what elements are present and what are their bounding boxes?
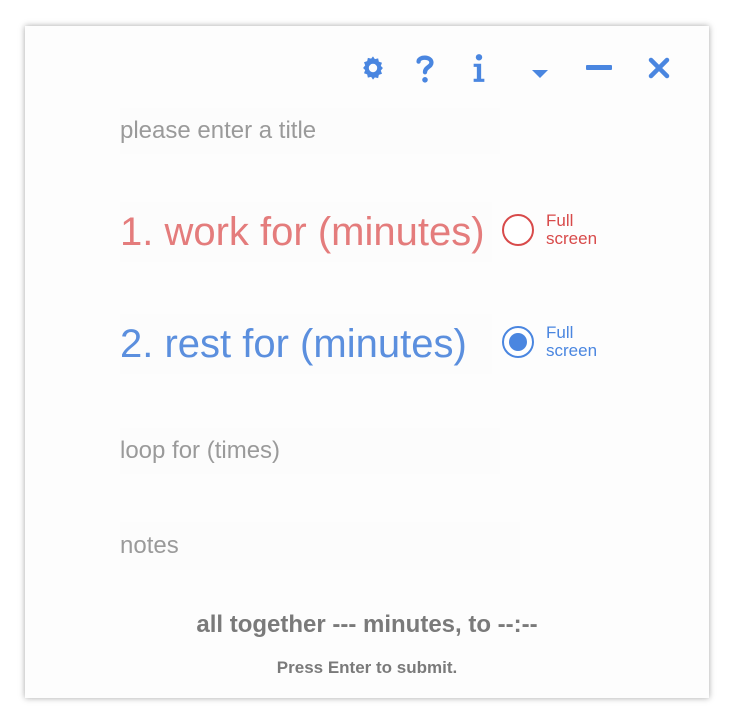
summary-text: all together --- minutes, to --:-- <box>196 611 538 638</box>
work-fullscreen-toggle[interactable]: Full screen <box>502 212 597 248</box>
submit-hint: Press Enter to submit. <box>276 658 458 677</box>
titlebar <box>349 26 709 106</box>
settings-button[interactable] <box>355 50 391 86</box>
work-fullscreen-label: Full screen <box>546 211 598 248</box>
rest-minutes-input[interactable] <box>120 314 492 374</box>
help-button[interactable] <box>407 50 443 86</box>
notes-input[interactable] <box>120 522 520 570</box>
loop-times-input[interactable] <box>120 428 500 474</box>
collapse-button[interactable] <box>522 56 558 92</box>
work-fullscreen-radio[interactable] <box>502 214 534 246</box>
rest-fullscreen-toggle[interactable]: Full screen <box>502 324 597 360</box>
close-button[interactable] <box>641 50 677 86</box>
caret-down-icon <box>532 70 548 78</box>
radio-selected-dot <box>509 333 527 351</box>
question-icon <box>416 55 434 83</box>
close-icon <box>648 57 670 79</box>
minus-icon <box>586 65 612 70</box>
info-button[interactable] <box>461 50 497 86</box>
minimize-button[interactable] <box>581 50 617 86</box>
rest-fullscreen-label: Full screen <box>546 323 598 360</box>
rest-fullscreen-radio[interactable] <box>502 326 534 358</box>
timer-window: Full screen Full screen all together ---… <box>25 26 709 698</box>
title-input[interactable] <box>120 108 500 154</box>
work-minutes-input[interactable] <box>120 202 492 262</box>
info-icon <box>473 54 485 82</box>
gear-icon <box>363 56 383 80</box>
